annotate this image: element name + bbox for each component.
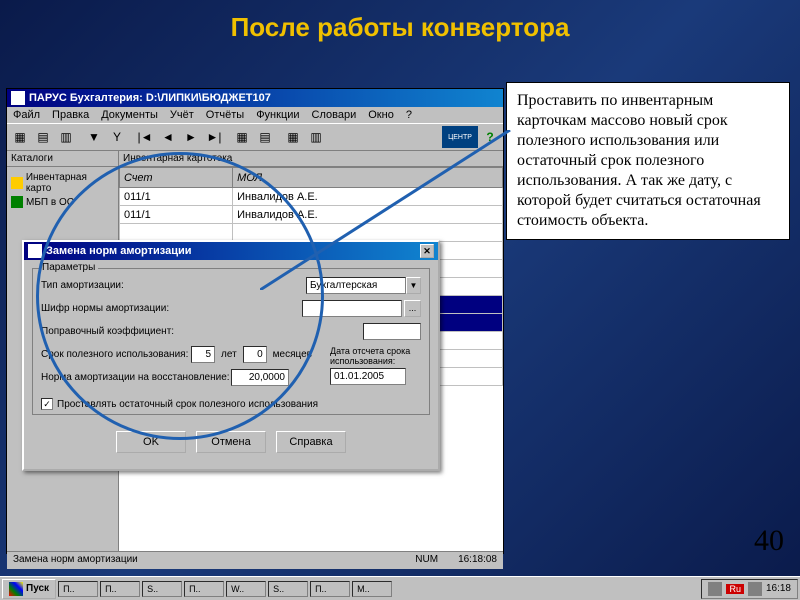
taskbar-task[interactable]: П.. — [310, 581, 350, 597]
months-input[interactable] — [243, 346, 267, 363]
dialog-title: Замена норм амортизации — [46, 245, 192, 257]
taskbar-task[interactable]: П.. — [184, 581, 224, 597]
help-button[interactable]: Справка — [276, 431, 346, 453]
menu-func[interactable]: Функции — [256, 109, 299, 121]
col-mol[interactable]: МОЛ — [233, 168, 503, 188]
catalog-title: Каталоги — [7, 151, 118, 167]
date-label: Дата отсчета срока использования: — [330, 346, 430, 366]
months-label: месяцев — [273, 349, 312, 360]
folder-icon — [11, 177, 23, 189]
code-label: Шифр нормы амортизации: — [41, 303, 191, 314]
taskbar-task[interactable]: W.. — [226, 581, 266, 597]
tb-btn-calc[interactable]: ▦ — [282, 126, 304, 148]
menu-window[interactable]: Окно — [368, 109, 394, 121]
tb-btn-last[interactable]: ►| — [203, 126, 225, 148]
dialog-icon — [28, 244, 42, 258]
statusbar: Замена норм амортизации NUM 16:18:08 — [7, 551, 503, 569]
table-row[interactable]: 011/1Инвалидов А.Е. — [120, 206, 503, 224]
menu-acct[interactable]: Учёт — [170, 109, 194, 121]
app-title: ПАРУС Бухгалтерия: D:\ЛИПКИ\БЮДЖЕТ107 — [29, 92, 271, 104]
tb-btn-first[interactable]: |◄ — [134, 126, 156, 148]
annotation-box: Проставить по инвентарным карточкам масс… — [506, 82, 790, 240]
tb-btn-help[interactable]: ? — [479, 126, 501, 148]
rate-label: Норма амортизации на восстановление: — [41, 372, 231, 383]
group-title: Параметры — [39, 262, 98, 273]
params-group: Параметры Тип амортизации: ▼ Шифр нормы … — [32, 268, 430, 415]
type-label: Тип амортизации: — [41, 280, 191, 291]
status-time: 16:18:08 — [458, 554, 497, 567]
menu-dict[interactable]: Словари — [312, 109, 357, 121]
table-title: Инвентарная картотека — [119, 151, 503, 167]
coef-input[interactable] — [363, 323, 421, 340]
taskbar-task[interactable]: S.. — [142, 581, 182, 597]
coef-label: Поправочный коэффициент: — [41, 326, 191, 337]
status-num: NUM — [415, 554, 438, 567]
ok-button[interactable]: OK — [116, 431, 186, 453]
tb-btn-book[interactable]: ▥ — [305, 126, 327, 148]
col-account[interactable]: Счет — [120, 168, 233, 188]
menu-docs[interactable]: Документы — [101, 109, 158, 121]
taskbar-task[interactable]: M.. — [352, 581, 392, 597]
dropdown-icon[interactable]: ▼ — [406, 277, 421, 294]
type-select[interactable] — [306, 277, 406, 294]
taskbar-task[interactable]: S.. — [268, 581, 308, 597]
app-logo: ЦЕНТР — [442, 126, 478, 148]
menu-file[interactable]: Файл — [13, 109, 40, 121]
menu-help[interactable]: ? — [406, 109, 412, 121]
tray-icon[interactable] — [708, 582, 722, 596]
app-icon — [11, 91, 25, 105]
taskbar: Пуск П..П..S..П..W..S..П..M.. Ru 16:18 — [0, 576, 800, 600]
tb-btn-doc[interactable]: ▦ — [231, 126, 253, 148]
menubar: Файл Правка Документы Учёт Отчёты Функци… — [7, 107, 503, 123]
tb-btn-list[interactable]: ▤ — [254, 126, 276, 148]
dialog-titlebar[interactable]: Замена норм амортизации ✕ — [24, 242, 438, 260]
tb-btn-funnel[interactable]: ▼ — [83, 126, 105, 148]
checkbox-icon[interactable]: ✓ — [41, 398, 53, 410]
table-row[interactable]: 011/1Инвалидов А.Е. — [120, 188, 503, 206]
tb-btn-next[interactable]: ► — [180, 126, 202, 148]
tb-btn-2[interactable]: ▤ — [32, 126, 54, 148]
code-input[interactable] — [302, 300, 402, 317]
checkbox-label: Проставлять остаточный срок полезного ис… — [57, 399, 318, 410]
app-titlebar[interactable]: ПАРУС Бухгалтерия: D:\ЛИПКИ\БЮДЖЕТ107 — [7, 89, 503, 107]
catalog-tree: Инвентарная карто МБП в ОС — [7, 167, 118, 213]
years-label: лет — [221, 349, 237, 360]
diamond-icon — [11, 196, 23, 208]
taskbar-task[interactable]: П.. — [100, 581, 140, 597]
rate-input[interactable] — [231, 369, 289, 386]
lang-indicator[interactable]: Ru — [726, 584, 744, 594]
term-label: Срок полезного использования: — [41, 349, 191, 360]
code-lookup-button[interactable]: ... — [404, 300, 421, 317]
tb-btn-prev[interactable]: ◄ — [157, 126, 179, 148]
tb-btn-filter[interactable]: Y — [106, 126, 128, 148]
date-input[interactable] — [330, 368, 406, 385]
cancel-button[interactable]: Отмена — [196, 431, 266, 453]
tree-inventory[interactable]: Инвентарная карто — [11, 171, 114, 195]
toolbar: ▦ ▤ ▥ ▼ Y |◄ ◄ ► ►| ▦ ▤ ▦ ▥ ЦЕНТР ? — [7, 123, 503, 151]
tray-icon-2[interactable] — [748, 582, 762, 596]
tree-mbp[interactable]: МБП в ОС — [11, 195, 114, 209]
menu-reports[interactable]: Отчёты — [206, 109, 244, 121]
amort-dialog: Замена норм амортизации ✕ Параметры Тип … — [22, 240, 440, 471]
taskbar-task[interactable]: П.. — [58, 581, 98, 597]
close-icon[interactable]: ✕ — [420, 244, 434, 258]
menu-edit[interactable]: Правка — [52, 109, 89, 121]
tb-btn-1[interactable]: ▦ — [9, 126, 31, 148]
page-number: 40 — [754, 524, 784, 558]
slide-title: После работы конвертора — [0, 0, 800, 51]
years-input[interactable] — [191, 346, 215, 363]
tb-btn-3[interactable]: ▥ — [55, 126, 77, 148]
remaining-term-checkbox[interactable]: ✓ Проставлять остаточный срок полезного … — [41, 398, 421, 410]
system-tray[interactable]: Ru 16:18 — [701, 579, 798, 599]
tray-time: 16:18 — [766, 583, 791, 594]
table-row[interactable] — [120, 224, 503, 242]
status-text: Замена норм амортизации — [13, 554, 138, 567]
start-button[interactable]: Пуск — [2, 579, 56, 599]
windows-icon — [9, 582, 23, 596]
